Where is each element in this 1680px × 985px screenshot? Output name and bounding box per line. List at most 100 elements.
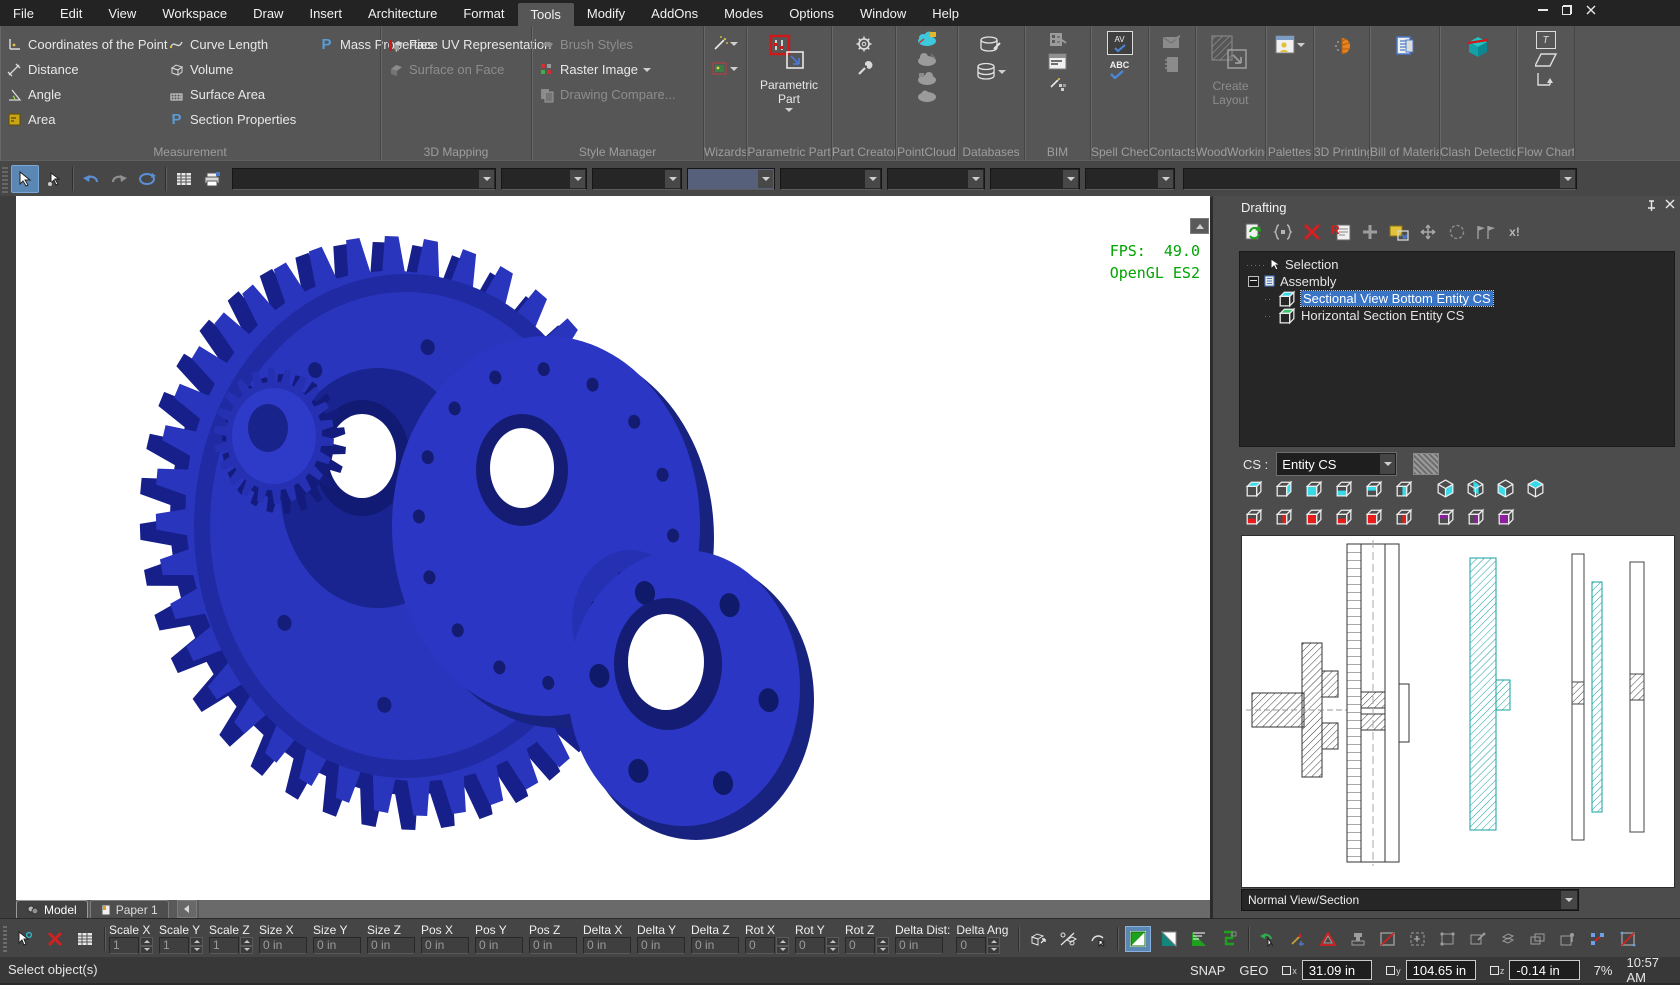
section-cube-purple-front-icon[interactable] bbox=[1495, 506, 1516, 527]
menu-modes[interactable]: Modes bbox=[711, 0, 776, 26]
menu-view[interactable]: View bbox=[95, 0, 149, 26]
clash-detection-button[interactable] bbox=[1466, 35, 1490, 59]
cs-cube-left-icon[interactable] bbox=[1393, 478, 1414, 499]
view-mode-dropdown-icon[interactable] bbox=[1561, 891, 1577, 909]
delta-dist-input[interactable]: 0 in bbox=[895, 937, 943, 954]
section-preview[interactable] bbox=[1241, 535, 1675, 888]
menu-insert[interactable]: Insert bbox=[296, 0, 355, 26]
delta-x-input[interactable]: 0 in bbox=[583, 937, 631, 954]
bim-wizard-button[interactable] bbox=[1048, 75, 1068, 91]
pointcloud-attach-button[interactable] bbox=[916, 30, 938, 48]
tree-item-horizontal-section[interactable]: ·· Horizontal Section Entity CS bbox=[1240, 307, 1674, 324]
redline-document-icon[interactable]: R bbox=[1330, 222, 1351, 242]
section-cube-purple-band-icon[interactable] bbox=[1435, 506, 1456, 527]
delta-ang-input[interactable]: 0 bbox=[956, 937, 986, 954]
database-dropdown-icon[interactable] bbox=[998, 70, 1006, 74]
database-manage-button[interactable] bbox=[976, 62, 1006, 82]
clip-triangle-icon[interactable] bbox=[1187, 927, 1211, 951]
cs-iso-mid-icon[interactable] bbox=[1465, 478, 1486, 499]
geo-toggle[interactable]: GEO bbox=[1239, 963, 1268, 978]
size-y-input[interactable]: 0 in bbox=[313, 937, 361, 954]
plot-button[interactable] bbox=[199, 166, 225, 192]
menu-workspace[interactable]: Workspace bbox=[149, 0, 240, 26]
tab-scrollbar-track[interactable] bbox=[199, 900, 1210, 918]
error-triangle-icon[interactable] bbox=[1316, 927, 1340, 951]
pos-y-input[interactable]: 0 in bbox=[475, 937, 523, 954]
select-node-tool-button[interactable] bbox=[41, 166, 67, 192]
rot-y-stepper[interactable] bbox=[826, 937, 839, 954]
frame-copy-icon[interactable] bbox=[1496, 927, 1520, 951]
scale-z-input[interactable]: 1 bbox=[209, 937, 239, 954]
menu-options[interactable]: Options bbox=[776, 0, 847, 26]
mass-properties-button[interactable]: P Mass Properties bbox=[312, 32, 372, 57]
coordinates-of-point-button[interactable]: Coordinates of the Point bbox=[0, 32, 162, 57]
tab-paper-1[interactable]: Paper 1 bbox=[90, 900, 169, 918]
spell-check-abc-button[interactable]: ABC bbox=[1110, 60, 1130, 79]
cs-cube-back-icon[interactable] bbox=[1363, 478, 1384, 499]
scale-percent-icon[interactable] bbox=[1056, 927, 1080, 951]
tab-scroll-left-button[interactable] bbox=[177, 900, 197, 918]
frame-stack-icon[interactable] bbox=[1526, 927, 1550, 951]
model-viewport[interactable]: FPS: 49.0OpenGL ES2 bbox=[16, 196, 1210, 900]
toolbar-combo-4[interactable] bbox=[687, 168, 775, 190]
no-frame-icon[interactable] bbox=[1376, 927, 1400, 951]
rot-y-input[interactable]: 0 bbox=[795, 937, 825, 954]
menu-edit[interactable]: Edit bbox=[47, 0, 95, 26]
section-cube-low-icon[interactable] bbox=[1333, 506, 1354, 527]
undo-view-icon[interactable] bbox=[1256, 927, 1280, 951]
wizard-wand-button[interactable] bbox=[712, 35, 738, 53]
hatch-toggle-button[interactable] bbox=[1413, 453, 1439, 475]
press-machine-icon[interactable] bbox=[1346, 927, 1370, 951]
blue-frame-icon[interactable] bbox=[1586, 927, 1610, 951]
create-layout-button[interactable]: Create Layout bbox=[1196, 26, 1265, 144]
section-properties-button[interactable]: P Section Properties bbox=[162, 107, 312, 132]
print-3d-button[interactable] bbox=[1331, 35, 1353, 57]
scale-x-stepper[interactable] bbox=[140, 937, 153, 954]
delta-ang-stepper[interactable] bbox=[987, 937, 1000, 954]
database-edit-button[interactable] bbox=[979, 35, 1003, 55]
zoom-level[interactable]: 7% bbox=[1594, 963, 1613, 978]
tree-item-sectional-view[interactable]: ·· Sectional View Bottom Entity CS bbox=[1240, 290, 1674, 307]
section-cube-side-icon[interactable] bbox=[1393, 506, 1414, 527]
move-view-icon[interactable] bbox=[1417, 222, 1438, 242]
menu-addons[interactable]: AddOns bbox=[638, 0, 711, 26]
table-button[interactable] bbox=[171, 166, 197, 192]
bim-properties-button[interactable] bbox=[1048, 53, 1068, 71]
rot-x-stepper[interactable] bbox=[776, 937, 789, 954]
distance-button[interactable]: Distance bbox=[0, 57, 162, 82]
raster-image-button[interactable]: Raster Image bbox=[532, 57, 703, 82]
rot-z-input[interactable]: 0 bbox=[845, 937, 875, 954]
no-red-frame-icon[interactable] bbox=[1616, 927, 1640, 951]
minimize-icon[interactable] bbox=[1536, 4, 1550, 16]
section-cube-front-icon[interactable] bbox=[1303, 506, 1324, 527]
tab-model[interactable]: Model bbox=[16, 900, 88, 918]
toolbar-combo-8[interactable] bbox=[1085, 168, 1175, 190]
parametric-part-dropdown-icon[interactable] bbox=[785, 108, 793, 112]
flow-text-box-button[interactable]: T bbox=[1536, 31, 1556, 49]
scale-z-stepper[interactable] bbox=[240, 937, 253, 954]
cs-combo[interactable]: Entity CS bbox=[1276, 452, 1397, 476]
section-cube-purple-vertical-icon[interactable] bbox=[1465, 506, 1486, 527]
pointcloud-delete-button[interactable] bbox=[916, 89, 938, 103]
annotate-wand-icon[interactable] bbox=[1286, 927, 1310, 951]
size-x-input[interactable]: 0 in bbox=[259, 937, 307, 954]
cs-iso-right-icon[interactable] bbox=[1435, 478, 1456, 499]
tree-item-assembly[interactable]: Assembly bbox=[1240, 273, 1674, 290]
bill-of-material-button[interactable] bbox=[1395, 35, 1415, 57]
palettes-button[interactable] bbox=[1275, 35, 1305, 55]
toolbar-combo-9[interactable] bbox=[1183, 168, 1577, 190]
rot-x-input[interactable]: 0 bbox=[745, 937, 775, 954]
brush-styles-button[interactable]: Brush Styles bbox=[532, 32, 703, 57]
undo-button[interactable] bbox=[78, 166, 104, 192]
menu-help[interactable]: Help bbox=[919, 0, 972, 26]
block-reference-icon[interactable] bbox=[1272, 222, 1293, 242]
close-icon[interactable] bbox=[1584, 4, 1598, 16]
palettes-dropdown-icon[interactable] bbox=[1297, 43, 1305, 47]
toolbar-combo-3[interactable] bbox=[592, 168, 682, 190]
image-wizard-dropdown-icon[interactable] bbox=[730, 67, 738, 71]
pos-z-input[interactable]: 0 in bbox=[529, 937, 577, 954]
menu-file[interactable]: File bbox=[0, 0, 47, 26]
section-cube-vertical-icon[interactable] bbox=[1273, 506, 1294, 527]
menu-format[interactable]: Format bbox=[450, 0, 517, 26]
toolbar-combo-6[interactable] bbox=[887, 168, 985, 190]
